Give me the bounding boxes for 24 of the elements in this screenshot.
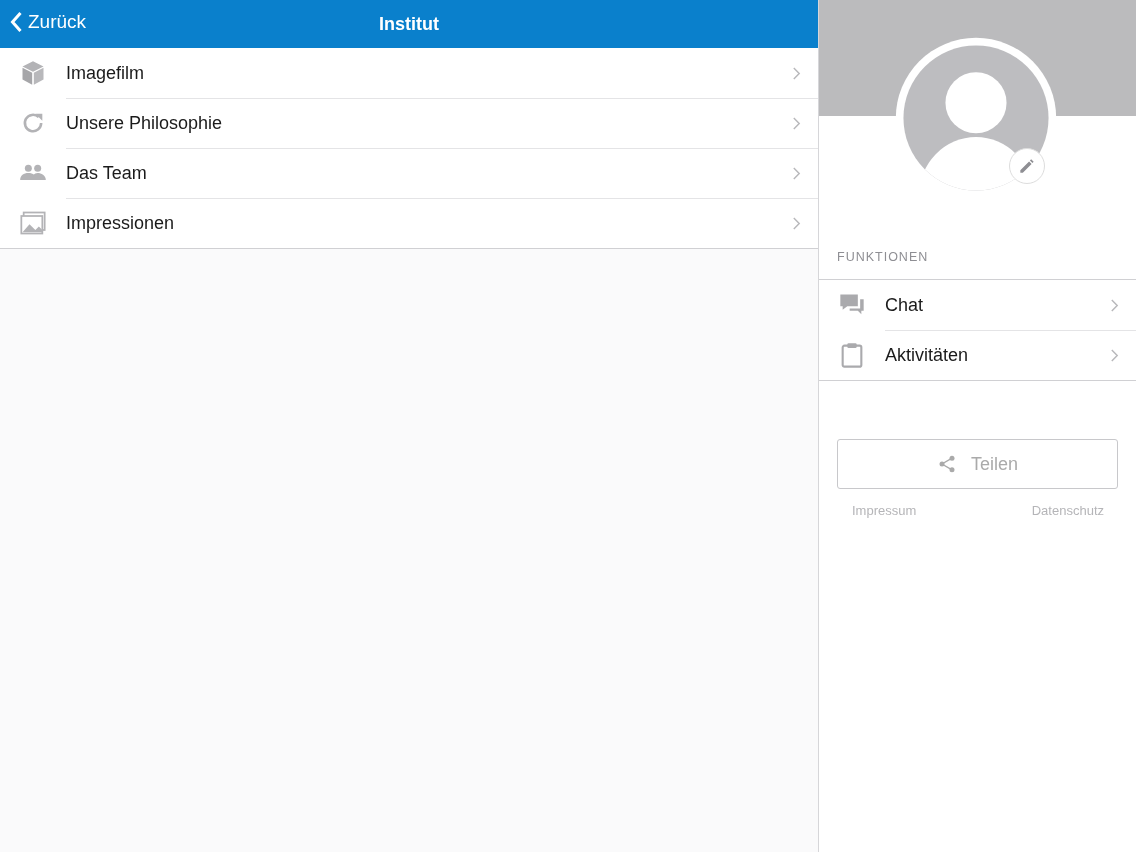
chevron-left-icon [10, 11, 23, 33]
item-label: Das Team [66, 162, 148, 184]
list-item[interactable]: Impressionen [0, 198, 818, 248]
section-title: FUNKTIONEN [836, 250, 930, 266]
list-item[interactable]: Das Team [0, 148, 818, 198]
chevron-right-icon [1109, 297, 1119, 313]
chevron-right-icon [1109, 347, 1119, 363]
list-item[interactable]: Imagefilm [0, 48, 818, 98]
list-item[interactable]: Aktivitäten [819, 330, 1136, 380]
share-icon [937, 454, 957, 474]
chevron-right-icon [791, 165, 801, 181]
back-button[interactable]: Zurück [8, 9, 89, 35]
item-label: Aktivitäten [885, 344, 970, 366]
item-label: Chat [885, 294, 925, 316]
chevron-right-icon [791, 115, 801, 131]
pictures-icon [19, 209, 47, 237]
list-item[interactable]: Unsere Philosophie [0, 98, 818, 148]
list-item[interactable]: Chat [819, 280, 1136, 330]
chevron-right-icon [791, 215, 801, 231]
chevron-right-icon [791, 65, 801, 81]
item-label: Imagefilm [66, 62, 146, 84]
item-label: Unsere Philosophie [66, 112, 224, 134]
screen-title: Institut [379, 13, 439, 35]
item-label: Impressionen [66, 212, 176, 234]
